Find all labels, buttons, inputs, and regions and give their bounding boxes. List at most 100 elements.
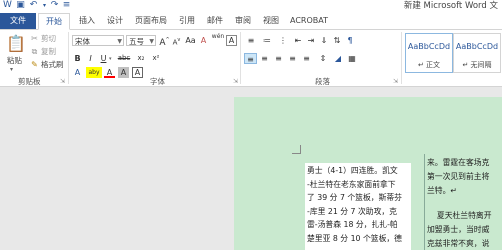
title-bar: W ▣ ↶ ▾ ↷ ≡ 新建 Microsoft Word 文: [0, 0, 502, 13]
align-center-icon[interactable]: ≡: [258, 53, 271, 64]
ribbon: 📋 粘贴 ▾ ✂ 剪切 ⧉ 复制 ✎ 格式刷 剪贴板 ⇲ 宋体 ▼ 五号 ▼ A^ Av …: [0, 30, 502, 87]
bullets-icon[interactable]: ≡: [244, 35, 258, 46]
tab-insert[interactable]: 插入: [74, 13, 100, 29]
grow-font-button[interactable]: A^: [159, 35, 170, 48]
tab-acrobat[interactable]: ACROBAT: [288, 13, 330, 29]
cut-label: 剪切: [41, 34, 56, 43]
subscript-button[interactable]: x₂: [134, 53, 148, 64]
strikethrough-button[interactable]: abc: [116, 53, 132, 64]
undo-icon[interactable]: ↶: [29, 1, 38, 10]
char-shading-button[interactable]: A: [118, 67, 129, 78]
doc-line: 雷-汤普森 18 分，扎扎-帕: [307, 220, 398, 230]
clear-formatting-button[interactable]: A: [198, 35, 209, 46]
doc-line: 加盟勇士，当时威: [427, 225, 490, 234]
paste-icon[interactable]: 📋: [6, 33, 26, 55]
format-painter-button[interactable]: ✎ 格式刷: [30, 59, 64, 71]
doc-line: 了 39 分 7 个篮板，斯蒂芬: [307, 193, 402, 203]
show-marks-icon[interactable]: ¶: [344, 35, 356, 46]
numbering-icon[interactable]: ≔: [260, 35, 274, 46]
text-column-2[interactable]: 来。雷霆在客场克 第一次见到前主将 兰特。↵ 夏天杜兰特离开 加盟勇士，当时威 …: [425, 153, 502, 250]
clipboard-group-label: 剪贴板: [18, 77, 41, 86]
save-icon[interactable]: ▣: [16, 1, 25, 10]
undo-dropdown-icon[interactable]: ▾: [40, 1, 49, 10]
paragraph-group-label: 段落: [315, 77, 330, 86]
chevron-down-icon: ▼: [117, 38, 122, 45]
distributed-icon[interactable]: ≡: [300, 53, 313, 64]
shrink-font-button[interactable]: Av: [171, 35, 182, 46]
format-painter-icon: ✎: [31, 60, 38, 69]
justify-icon[interactable]: ≡: [286, 53, 299, 64]
tab-home[interactable]: 开始: [38, 13, 70, 30]
paste-dropdown-icon[interactable]: ▾: [10, 66, 13, 73]
clipboard-launcher-icon[interactable]: ⇲: [60, 78, 65, 85]
char-border-button[interactable]: A: [132, 67, 143, 78]
italic-button[interactable]: I: [85, 53, 96, 64]
tab-file[interactable]: 文件: [0, 13, 36, 29]
document-title: 新建 Microsoft Word 文: [403, 1, 498, 11]
chinese-layout-icon[interactable]: ⇓: [318, 35, 330, 46]
paragraph-launcher-icon[interactable]: ⇲: [393, 78, 398, 85]
phonetic-guide-button[interactable]: wén: [210, 33, 226, 44]
font-group-label: 字体: [150, 77, 165, 86]
group-separator: [401, 32, 402, 84]
redo-icon[interactable]: ↷: [50, 1, 59, 10]
copy-label: 复制: [41, 47, 56, 56]
font-color-button[interactable]: A: [104, 67, 115, 78]
borders-icon[interactable]: ▦: [346, 53, 358, 64]
doc-line: 夏天杜兰特离开: [427, 211, 492, 220]
word-app-icon: W: [3, 0, 12, 10]
margin-corner-mark: [292, 145, 301, 154]
font-launcher-icon[interactable]: ⇲: [233, 78, 238, 85]
style-name: ↵ 正文: [417, 61, 441, 69]
cut-button[interactable]: ✂ 剪切: [30, 33, 56, 45]
doc-line: -库里 21 分 7 次助攻，克: [307, 206, 397, 216]
highlight-button[interactable]: aby: [86, 67, 102, 78]
enclose-char-button[interactable]: A: [226, 35, 237, 46]
style-sample: AaBbCcDd: [407, 42, 451, 51]
doc-line: 楚里亚 8 分 10 个篮板，德: [307, 234, 402, 243]
customize-quick-access-icon[interactable]: ≡: [62, 1, 71, 10]
doc-line: -杜兰特在老东家面前拿下: [307, 179, 396, 189]
increase-indent-icon[interactable]: ⇥: [305, 35, 317, 46]
font-size-combo[interactable]: 五号 ▼: [126, 35, 156, 46]
font-name-value: 宋体: [75, 37, 90, 46]
tab-review[interactable]: 审阅: [231, 13, 255, 29]
copy-icon: ⧉: [31, 47, 38, 56]
group-separator: [68, 32, 69, 84]
bold-button[interactable]: B: [72, 53, 83, 64]
superscript-button[interactable]: x²: [149, 53, 163, 64]
doc-line: 克兹非常不爽，说: [427, 239, 490, 248]
underline-dropdown-icon[interactable]: ▾: [109, 56, 112, 62]
doc-line: 来。雷霆在客场克: [427, 158, 490, 167]
align-left-icon[interactable]: ≡: [244, 53, 257, 64]
doc-line: 勇士（4-1）四连胜。凯文: [307, 166, 398, 175]
tab-view[interactable]: 视图: [259, 13, 283, 29]
ribbon-tabs: 文件 开始 插入 设计 页面布局 引用 邮件 审阅 视图 ACROBAT: [0, 13, 502, 30]
change-case-button[interactable]: Aa: [184, 35, 197, 46]
style-name: ↵ 无间隔: [462, 61, 492, 69]
cut-icon: ✂: [31, 34, 38, 43]
text-column-1[interactable]: 勇士（4-1）四连胜。凯文 -杜兰特在老东家面前拿下 了 39 分 7 个篮板，…: [305, 163, 411, 250]
style-normal[interactable]: AaBbCcDd ↵ 正文: [405, 33, 453, 73]
style-no-spacing[interactable]: AaBbCcDd ↵ 无间隔: [453, 33, 501, 73]
tab-page-layout[interactable]: 页面布局: [131, 13, 171, 29]
multilevel-list-icon[interactable]: ⋮: [276, 35, 290, 46]
tab-mailings[interactable]: 邮件: [203, 13, 227, 29]
group-separator: [240, 32, 241, 84]
align-right-icon[interactable]: ≡: [272, 53, 285, 64]
decrease-indent-icon[interactable]: ⇤: [292, 35, 304, 46]
format-painter-label: 格式刷: [41, 60, 64, 69]
doc-line: 第一次见到前主将: [427, 172, 490, 181]
style-sample: AaBbCcDd: [455, 42, 499, 51]
tab-references[interactable]: 引用: [175, 13, 199, 29]
doc-line: 兰特。↵: [427, 186, 457, 195]
text-effects-button[interactable]: A: [72, 67, 83, 78]
shading-icon[interactable]: ◢: [332, 53, 344, 64]
line-spacing-icon[interactable]: ⇕: [316, 53, 330, 64]
font-name-combo[interactable]: 宋体 ▼: [72, 35, 124, 46]
underline-button[interactable]: U: [98, 53, 109, 64]
sort-icon[interactable]: ⇅: [331, 35, 343, 46]
copy-button[interactable]: ⧉ 复制: [30, 46, 56, 58]
tab-design[interactable]: 设计: [102, 13, 128, 29]
font-size-value: 五号: [129, 37, 144, 46]
